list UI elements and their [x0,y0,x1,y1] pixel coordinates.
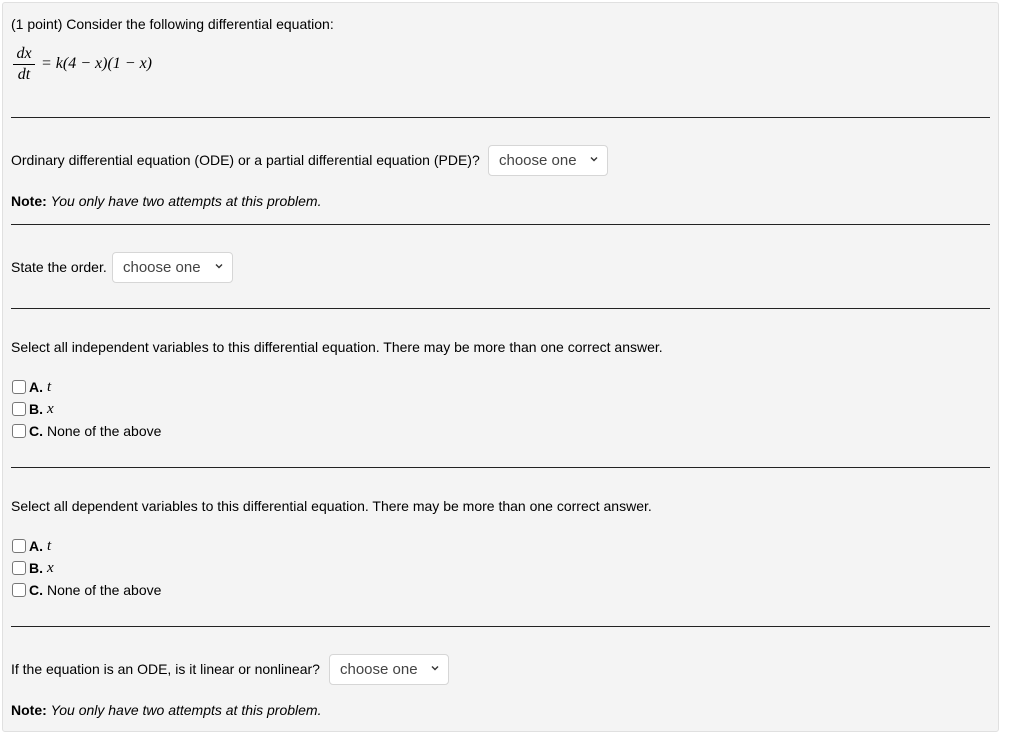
dependent-option-b[interactable]: B. x [12,558,54,578]
order-select-value: choose one [123,259,201,276]
checkbox-unchecked-icon[interactable] [12,402,26,416]
fraction-bar [13,64,35,65]
order-select[interactable]: choose one [112,252,233,283]
independent-option-a[interactable]: A. t [12,377,51,397]
option-label: B. [29,560,43,576]
divider [11,308,990,309]
chevron-down-icon [590,157,598,162]
option-label: B. [29,401,43,417]
note-text: You only have two attempts at this probl… [50,702,322,718]
option-text: x [47,400,54,417]
equation-denominator: dt [17,66,31,83]
option-label: C. [29,582,43,598]
divider [11,467,990,468]
option-label: A. [29,538,43,554]
note-text: You only have two attempts at this probl… [50,193,322,209]
option-label: A. [29,379,43,395]
linearity-select-value: choose one [340,661,418,678]
divider [11,117,990,118]
linearity-prompt: If the equation is an ODE, is it linear … [11,661,320,677]
note-label: Note: [11,702,47,718]
independent-option-b[interactable]: B. x [12,399,54,419]
checkbox-unchecked-icon[interactable] [12,583,26,597]
option-text: x [47,559,54,576]
problem-header: (1 point) Consider the following differe… [11,16,334,32]
problem-panel: (1 point) Consider the following differe… [2,2,999,732]
equation-rhs: = k(4 − x)(1 − x) [41,55,153,72]
linearity-select[interactable]: choose one [329,654,449,685]
dependent-vars-prompt: Select all dependent variables to this d… [11,498,652,514]
ode-pde-prompt: Ordinary differential equation (ODE) or … [11,152,480,168]
note-q5: Note: You only have two attempts at this… [11,701,321,719]
order-prompt: State the order. [11,259,107,275]
checkbox-unchecked-icon[interactable] [12,424,26,438]
dependent-option-c[interactable]: C. None of the above [12,580,161,600]
note-label: Note: [11,193,47,209]
divider [11,626,990,627]
dependent-option-a[interactable]: A. t [12,536,51,556]
option-text: None of the above [47,582,162,598]
option-text: t [47,378,52,395]
checkbox-unchecked-icon[interactable] [12,539,26,553]
independent-vars-prompt: Select all independent variables to this… [11,339,663,355]
equation-fraction: dx dt [13,45,35,84]
checkbox-unchecked-icon[interactable] [12,561,26,575]
note-q1: Note: You only have two attempts at this… [11,192,321,210]
option-label: C. [29,423,43,439]
chevron-down-icon [215,264,223,269]
independent-option-c[interactable]: C. None of the above [12,421,161,441]
ode-pde-select[interactable]: choose one [488,145,608,176]
equation-numerator: dx [16,45,32,62]
chevron-down-icon [431,666,439,671]
ode-pde-select-value: choose one [499,152,577,169]
divider [11,224,990,225]
option-text: None of the above [47,423,162,439]
option-text: t [47,537,52,554]
checkbox-unchecked-icon[interactable] [12,380,26,394]
